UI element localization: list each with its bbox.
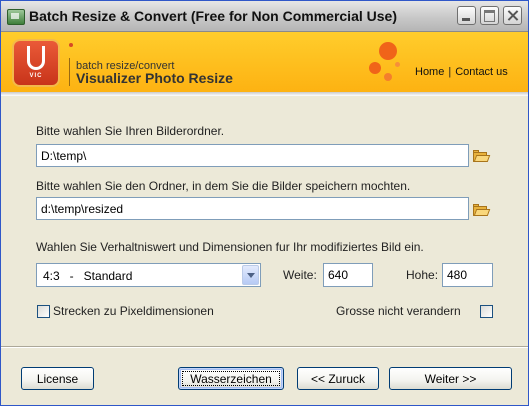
dest-folder-label: Bitte wahlen Sie den Ordner, in dem Sie … <box>36 179 411 193</box>
title-bar[interactable]: Batch Resize & Convert (Free for Non Com… <box>1 1 528 32</box>
back-button[interactable]: << Zuruck <box>297 367 379 390</box>
close-button[interactable] <box>503 6 522 25</box>
width-label: Weite: <box>283 268 317 282</box>
logo-dot-icon <box>69 43 73 47</box>
aspect-ratio-select[interactable]: 4:3 - Standard <box>36 263 261 287</box>
chevron-down-icon[interactable] <box>242 265 259 285</box>
footer-separator <box>1 346 528 348</box>
height-label: Hohe: <box>406 268 439 282</box>
maximize-button[interactable] <box>480 6 499 25</box>
logo-text: VIC <box>29 73 43 79</box>
app-header: VIC batch resize/convert Visualizer Phot… <box>1 32 528 96</box>
header-shadow <box>1 92 528 96</box>
source-folder-label: Bitte wahlen Sie Ihren Bilderordner. <box>36 124 225 138</box>
dest-folder-input[interactable] <box>36 197 469 220</box>
watermark-button[interactable]: Wasserzeichen <box>178 367 284 390</box>
next-button[interactable]: Weiter >> <box>389 367 512 390</box>
aspect-ratio-value: 4:3 - Standard <box>43 269 133 283</box>
window-title: Batch Resize & Convert (Free for Non Com… <box>29 8 397 24</box>
stretch-label[interactable]: Strecken zu Pixeldimensionen <box>53 304 214 318</box>
height-input[interactable] <box>442 263 493 287</box>
logo-v-mark-icon <box>27 46 45 70</box>
vic-logo: VIC <box>14 41 73 85</box>
browse-dest-folder-icon[interactable] <box>473 204 491 216</box>
nav-separator: | <box>448 66 452 78</box>
header-divider <box>69 58 70 86</box>
app-window: Batch Resize & Convert (Free for Non Com… <box>0 0 529 406</box>
decor-dot-icon <box>384 73 392 81</box>
product-name: Visualizer Photo Resize <box>76 70 233 86</box>
decor-dot-icon <box>379 42 397 60</box>
source-folder-input[interactable] <box>36 144 469 167</box>
minimize-button[interactable] <box>457 6 476 25</box>
keep-size-label[interactable]: Grosse nicht verandern <box>336 304 461 318</box>
stretch-checkbox[interactable] <box>37 305 50 318</box>
header-banner: VIC batch resize/convert Visualizer Phot… <box>1 32 528 92</box>
app-icon[interactable] <box>7 9 25 25</box>
decor-dot-icon <box>369 62 381 74</box>
focus-ring <box>182 371 280 386</box>
decor-dot-icon <box>395 62 400 67</box>
keep-size-checkbox[interactable] <box>480 305 493 318</box>
license-button[interactable]: License <box>21 367 94 390</box>
contact-link[interactable]: Contact us <box>455 66 508 78</box>
ratio-label: Wahlen Sie Verhaltniswert und Dimensione… <box>36 240 424 254</box>
home-link[interactable]: Home <box>415 66 444 78</box>
header-nav: Home | Contact us <box>415 66 508 78</box>
browse-source-folder-icon[interactable] <box>473 150 491 162</box>
width-input[interactable] <box>323 263 373 287</box>
